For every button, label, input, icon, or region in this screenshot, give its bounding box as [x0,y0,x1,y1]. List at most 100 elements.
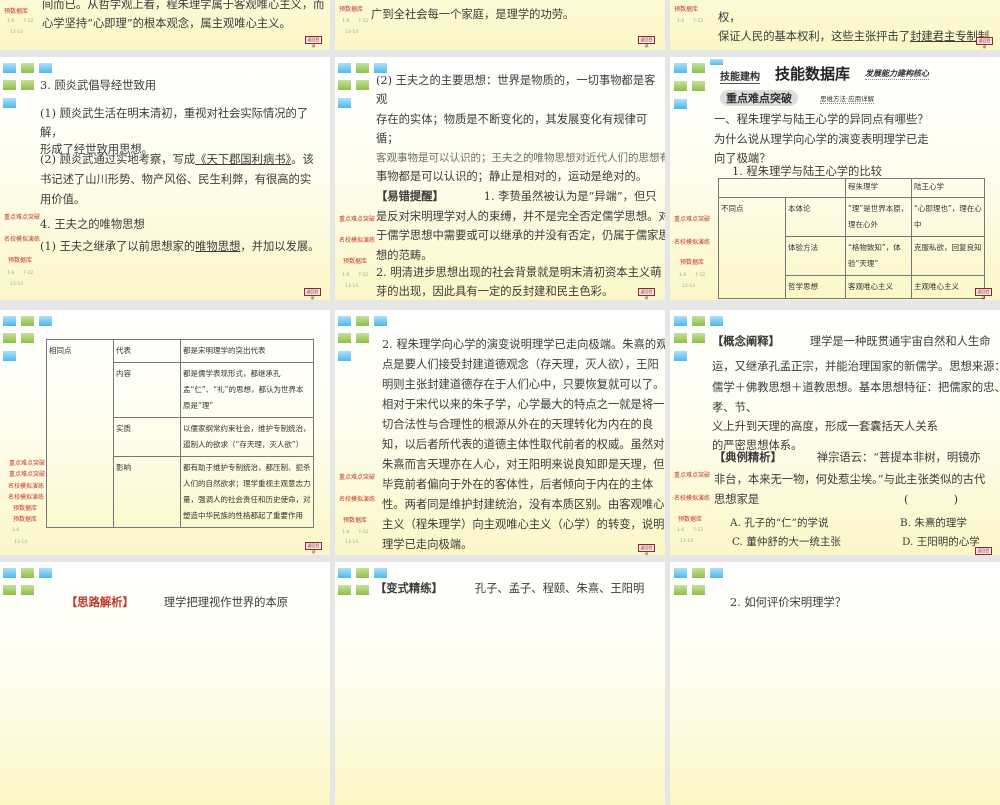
nav-bank[interactable]: 预数据库 [343,256,367,265]
page-link[interactable]: 13-14 [14,540,27,545]
page-link[interactable]: 1-6 [7,19,14,24]
nav-bank[interactable]: 预数据库 [339,4,363,13]
deco-square [338,316,351,326]
option-a[interactable]: A. 孔子的“仁”的学说 [730,516,829,530]
slide-r2-c2[interactable]: 2. 程朱理学向心学的演变说明理学已走向极端。朱熹的观 点是要人们接受封建道德观… [335,310,665,555]
return-button[interactable]: 返回目录 [305,542,322,554]
nav-bank[interactable]: 预数据库 [8,255,32,264]
page-link[interactable]: 7-12 [358,273,368,278]
option-d[interactable]: D. 王阳明的心学 [902,535,980,549]
nav-bank[interactable]: 预数据库 [13,514,37,523]
slide-r2-c1[interactable]: 相同点 代表 都是宋明理学的突出代表 内容 都是儒学表现形式，都继承孔孟“仁”、“礼”… [0,310,330,555]
nav-mock-exam[interactable]: 名校模拟演练 [8,492,44,501]
deco-square [374,63,387,73]
page-link[interactable]: 1-6 [677,19,684,24]
nav-mock-exam[interactable]: 名校模拟演练 [674,237,710,246]
slide-r0-c2[interactable]: 预数据库 1-6 7-12 13-14 广到全社会每一个家庭，是理学的功劳。 返… [335,0,665,50]
slide-r1-c1[interactable]: 3. 顾炎武倡导经世致用 (1) 顾炎武生活在明末清初，重视对社会实际情况的了 … [0,57,330,300]
text-line: 孝、节、 [712,401,758,414]
nav-bank[interactable]: 预数据库 [674,4,698,13]
return-button[interactable]: 返回目录 [638,288,655,300]
deco-square [356,316,369,326]
page-link[interactable]: 1-6 [677,528,684,533]
text-line: 非台，本来无一物，何处惹尘埃。”与此主张类似的古代 [714,473,986,486]
nav-mock-exam[interactable]: 名校模拟演练 [339,235,375,244]
option-c[interactable]: C. 董仲舒的大一统主张 [732,535,841,549]
deco-square [39,63,52,73]
slide-r3-c3[interactable]: 2. 如何评价宋明理学？ [670,562,1000,805]
table-cell: 相同点 [46,339,114,528]
answer-blank: ( ) [904,493,959,506]
text-line: 【易错提醒】 1. 李贽虽然被认为是“异端”，但只 [376,190,657,204]
question-line: 为什么说从理学向心学的演变表明理学已走 [714,133,929,146]
slide-r1-c3[interactable]: 技能建构 技能数据库 发展能力建构核心 重点难点突破 思维方法·应用详解 一、程… [670,57,1000,300]
slide-r3-c1[interactable]: 【思路解析】 理学把理视作世界的本原 [0,562,330,805]
page-link[interactable]: 13-14 [680,539,693,544]
return-button[interactable]: 返回目录 [638,36,655,48]
return-button[interactable]: 返回目录 [975,547,992,555]
nav-key-points[interactable]: 重点难点突破 [339,214,375,223]
deco-square [338,98,351,108]
nav-key-points[interactable]: 重点难点突破 [339,472,375,481]
nav-mock-exam[interactable]: 名校模拟演练 [674,493,710,502]
nav-bank[interactable]: 预数据库 [4,6,28,15]
page-link[interactable]: 1-6 [342,273,349,278]
return-button[interactable]: 返回目录 [975,288,992,300]
page-link[interactable]: 1-6 [342,530,349,535]
practice-label: 【变式精练】 [375,582,443,595]
page-link[interactable]: 13-14 [10,30,23,35]
page-link[interactable]: 1-6 [679,273,686,278]
text-line: 于儒学思想中需要或可以继承的并没有否定，仍属于儒家思 [376,229,665,242]
text-line: 【概念阐释】 理学是一种既贯通宇宙自然和人生命 [712,335,991,349]
deco-square [3,333,16,343]
nav-mock-exam[interactable]: 名校模拟演练 [4,234,40,243]
slide-r3-c2[interactable]: 【变式精练】 孔子、孟子、程颐、朱熹、王阳明 [335,562,665,805]
page-link[interactable]: 1-6 [342,19,349,24]
deco-square [356,63,369,73]
slide-r0-c1[interactable]: 预数据库 1-6 7-12 13-14 间而已。从哲学观上看，程朱理学属于客观唯… [0,0,330,50]
slide-r1-c2[interactable]: (2) 王夫之的主要思想：世界是物质的，一切事物都是客 观 存在的实体；物质是不… [335,57,665,300]
return-button[interactable]: 返回目录 [304,288,321,300]
tip-label: 【易错提醒】 [376,190,444,203]
deco-square [674,568,687,578]
page-link[interactable]: 1-6 [7,271,14,276]
return-button[interactable]: 返回目录 [305,36,322,48]
page-link[interactable]: 13-14 [10,282,23,287]
page-link[interactable]: 7-12 [23,19,33,24]
page-link[interactable]: 13-14 [345,540,358,545]
nav-bank[interactable]: 预数据库 [13,503,37,512]
deco-square [674,351,687,361]
nav-key-points[interactable]: 重点难点突破 [674,470,710,479]
page-link[interactable]: 7-12 [695,273,705,278]
nav-key-points[interactable]: 重点难点突破 [674,214,710,223]
page-link[interactable]: 7-12 [358,530,368,535]
page-link[interactable]: 7-12 [23,271,33,276]
page-link[interactable]: 13-14 [682,284,695,289]
text-line: 保证人民的基本权利，这些主张抨击了封建君主专制制 [718,30,989,44]
return-button[interactable]: 返回目录 [638,544,655,555]
question-line: 向了极端？ [714,152,771,165]
slide-r0-c3[interactable]: 预数据库 1-6 7-12 权， 保证人民的基本权利，这些主张抨击了封建君主专制… [670,0,1000,50]
deco-square [338,63,351,73]
page-link[interactable]: 7-12 [693,528,703,533]
slide-r2-c3[interactable]: 【概念阐释】 理学是一种既贯通宇宙自然和人生命 运，又继承孔孟正宗，并能治理国家的… [670,310,1000,555]
nav-key-points[interactable]: 重点难点突破 [9,469,45,478]
option-b[interactable]: B. 朱熹的理学 [900,516,967,530]
text-line: 儒学＋佛教思想＋道教思想。基本思想特征：把儒家的忠、 [712,381,1000,394]
nav-key-points[interactable]: 重点难点突破 [4,212,40,221]
table-cell: 哲学思想 [785,275,846,299]
return-button[interactable]: 返回目录 [976,37,993,49]
page-link[interactable]: 1-6 [12,528,19,533]
nav-bank[interactable]: 预数据库 [343,515,367,524]
nav-bank[interactable]: 预数据库 [678,514,702,523]
nav-key-points[interactable]: 重点难点突破 [9,458,45,467]
deco-square [692,81,705,91]
page-link[interactable]: 13-14 [345,284,358,289]
page-link[interactable]: 13-14 [345,30,358,35]
nav-mock-exam[interactable]: 名校模拟演练 [8,481,44,490]
nav-bank[interactable]: 预数据库 [680,257,704,266]
page-link[interactable]: 7-12 [693,19,703,24]
page-link[interactable]: 7-12 [358,19,368,24]
nav-mock-exam[interactable]: 名校模拟演练 [339,494,375,503]
analysis-label: 【思路解析】 [66,596,134,609]
